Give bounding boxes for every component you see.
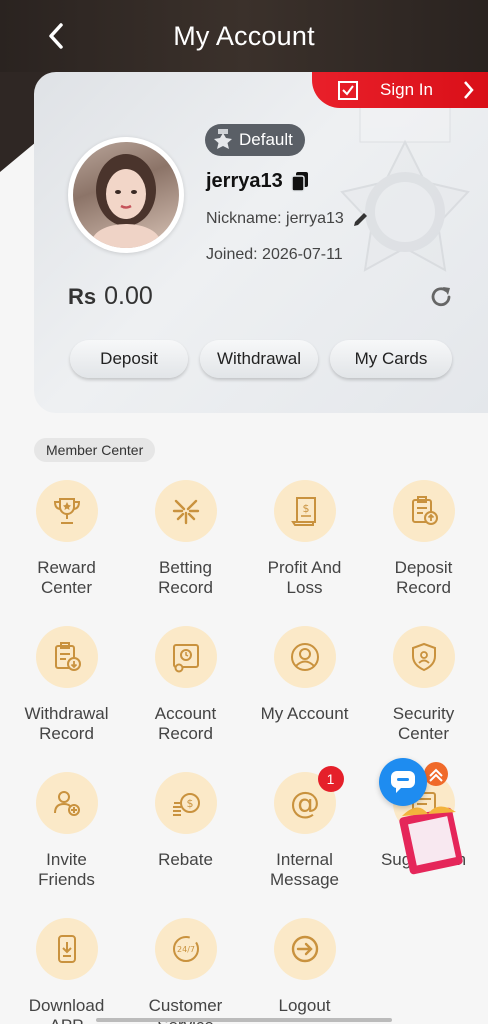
nickname-row: Nickname: jerrya13 <box>206 210 370 228</box>
user-icon <box>273 626 336 688</box>
joined-date: Joined: 2026-07-11 <box>206 246 343 263</box>
profit-loss-icon: $ <box>273 480 336 542</box>
avatar-image <box>73 142 179 248</box>
customer-service-item[interactable]: 24/7 Customer Service <box>126 918 245 1024</box>
chevron-right-icon <box>464 81 474 99</box>
shield-icon <box>392 626 455 688</box>
reward-center-label: Reward Center <box>37 558 96 597</box>
page-title: My Account <box>173 20 315 51</box>
svg-text:@: @ <box>290 786 320 820</box>
trophy-icon <box>35 480 98 542</box>
account-record-label: Account Record <box>154 704 217 743</box>
notification-badge: 1 <box>317 766 344 792</box>
vip-badge: Default <box>205 124 305 156</box>
deposit-button[interactable]: Deposit <box>70 340 188 378</box>
profile-card: Sign In Default jerrya13 Nickname: jerry… <box>34 72 488 413</box>
withdrawal-record-item[interactable]: Withdrawal Record <box>7 626 126 766</box>
withdrawal-record-label: Withdrawal Record <box>24 704 109 743</box>
svg-text:$: $ <box>302 502 309 515</box>
currency-symbol: Rs <box>68 284 97 309</box>
security-center-label: Security Center <box>392 704 455 743</box>
betting-icon <box>154 480 217 542</box>
badge-label: Default <box>239 130 293 149</box>
logout-item[interactable]: Logout <box>245 918 364 1024</box>
withdrawal-button[interactable]: Withdrawal <box>200 340 318 378</box>
withdrawal-record-icon <box>35 626 98 688</box>
download-app-item[interactable]: Download APP <box>7 918 126 1024</box>
wallet-actions: Deposit Withdrawal My Cards <box>70 340 452 378</box>
invite-friends-item[interactable]: Invite Friends <box>7 772 126 912</box>
svg-text:24/7: 24/7 <box>177 945 195 954</box>
calendar-check-icon <box>338 81 358 100</box>
account-record-icon <box>154 626 217 688</box>
back-button[interactable] <box>38 18 74 54</box>
balance-amount: 0.00 <box>104 282 153 310</box>
deposit-record-icon <box>392 480 455 542</box>
internal-message-label: Internal Message <box>270 850 339 889</box>
chat-icon <box>391 771 415 793</box>
security-center-item[interactable]: Security Center <box>364 626 483 766</box>
app-header: My Account <box>0 0 488 72</box>
betting-record-item[interactable]: Betting Record <box>126 480 245 620</box>
logout-label: Logout <box>278 996 331 1015</box>
profit-loss-item[interactable]: $ Profit And Loss <box>245 480 364 620</box>
at-icon: @ 1 <box>273 766 344 834</box>
invite-icon <box>35 772 98 834</box>
reward-center-item[interactable]: Reward Center <box>7 480 126 620</box>
balance: Rs 0.00 <box>68 282 153 311</box>
sign-in-button[interactable]: Sign In <box>312 72 488 108</box>
download-icon <box>35 918 98 980</box>
rebate-item[interactable]: $ Rebate <box>126 772 245 912</box>
svg-text:$: $ <box>186 797 193 810</box>
support-icon: 24/7 <box>154 918 217 980</box>
copy-icon[interactable] <box>291 171 309 192</box>
deposit-record-label: Deposit Record <box>394 558 453 597</box>
home-indicator <box>96 1018 392 1022</box>
logout-icon <box>273 918 336 980</box>
chat-button[interactable] <box>379 758 427 806</box>
account-record-item[interactable]: Account Record <box>126 626 245 766</box>
avatar[interactable] <box>68 137 184 253</box>
invite-friends-label: Invite Friends <box>38 850 95 889</box>
nickname-text: Nickname: jerrya13 <box>206 210 344 227</box>
badge-icon <box>214 129 232 149</box>
internal-message-item[interactable]: @ 1 Internal Message <box>245 766 364 912</box>
profit-loss-label: Profit And Loss <box>267 558 342 597</box>
member-center-label: Member Center <box>34 438 156 462</box>
coins-icon: $ <box>154 772 217 834</box>
chevron-left-icon <box>49 23 63 49</box>
my-account-item[interactable]: My Account <box>245 626 364 766</box>
deposit-record-item[interactable]: Deposit Record <box>364 480 483 620</box>
username: jerrya13 <box>206 170 309 193</box>
refresh-icon[interactable] <box>428 284 454 310</box>
username-text: jerrya13 <box>206 170 283 192</box>
betting-record-label: Betting Record <box>158 558 213 597</box>
rebate-label: Rebate <box>158 850 213 869</box>
edit-icon[interactable] <box>352 210 370 228</box>
my-cards-button[interactable]: My Cards <box>330 340 452 378</box>
sign-in-label: Sign In <box>380 80 433 99</box>
my-account-label: My Account <box>260 704 349 723</box>
